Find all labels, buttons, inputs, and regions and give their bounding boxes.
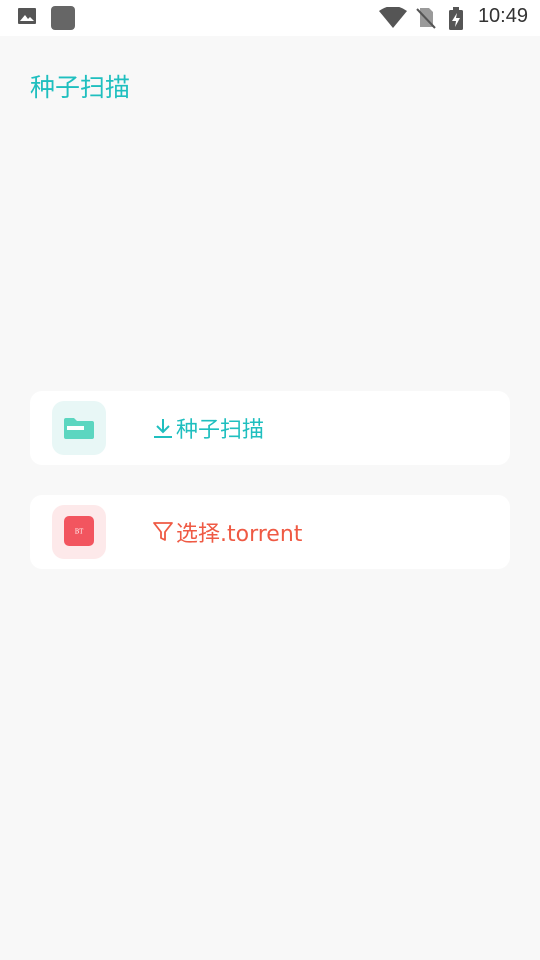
torrent-scan-label: 种子扫描: [152, 391, 264, 465]
download-icon: [154, 419, 172, 438]
select-torrent-label: 选择.torrent: [152, 495, 302, 569]
filter-icon: [153, 522, 173, 541]
select-torrent-text: 选择.torrent: [176, 522, 303, 547]
bt-file-icon: BT: [64, 516, 94, 546]
app-square-icon: [50, 6, 76, 36]
page-title: 种子扫描: [30, 73, 131, 102]
bt-icon-container: BT: [52, 505, 106, 559]
torrent-scan-text: 种子扫描: [176, 418, 265, 443]
status-time: 10:49: [477, 5, 528, 27]
wifi-icon: [379, 6, 407, 33]
bt-icon-text: BT: [75, 529, 83, 536]
status-bar: 10:49: [0, 0, 540, 36]
torrent-scan-card[interactable]: 种子扫描: [30, 391, 510, 465]
no-sim-icon: [416, 7, 436, 33]
folder-icon: [64, 418, 94, 439]
battery-charging-icon: [448, 7, 464, 35]
folder-icon-container: [52, 401, 106, 455]
select-torrent-card[interactable]: BT 选择.torrent: [30, 495, 510, 569]
image-icon: [17, 6, 37, 30]
